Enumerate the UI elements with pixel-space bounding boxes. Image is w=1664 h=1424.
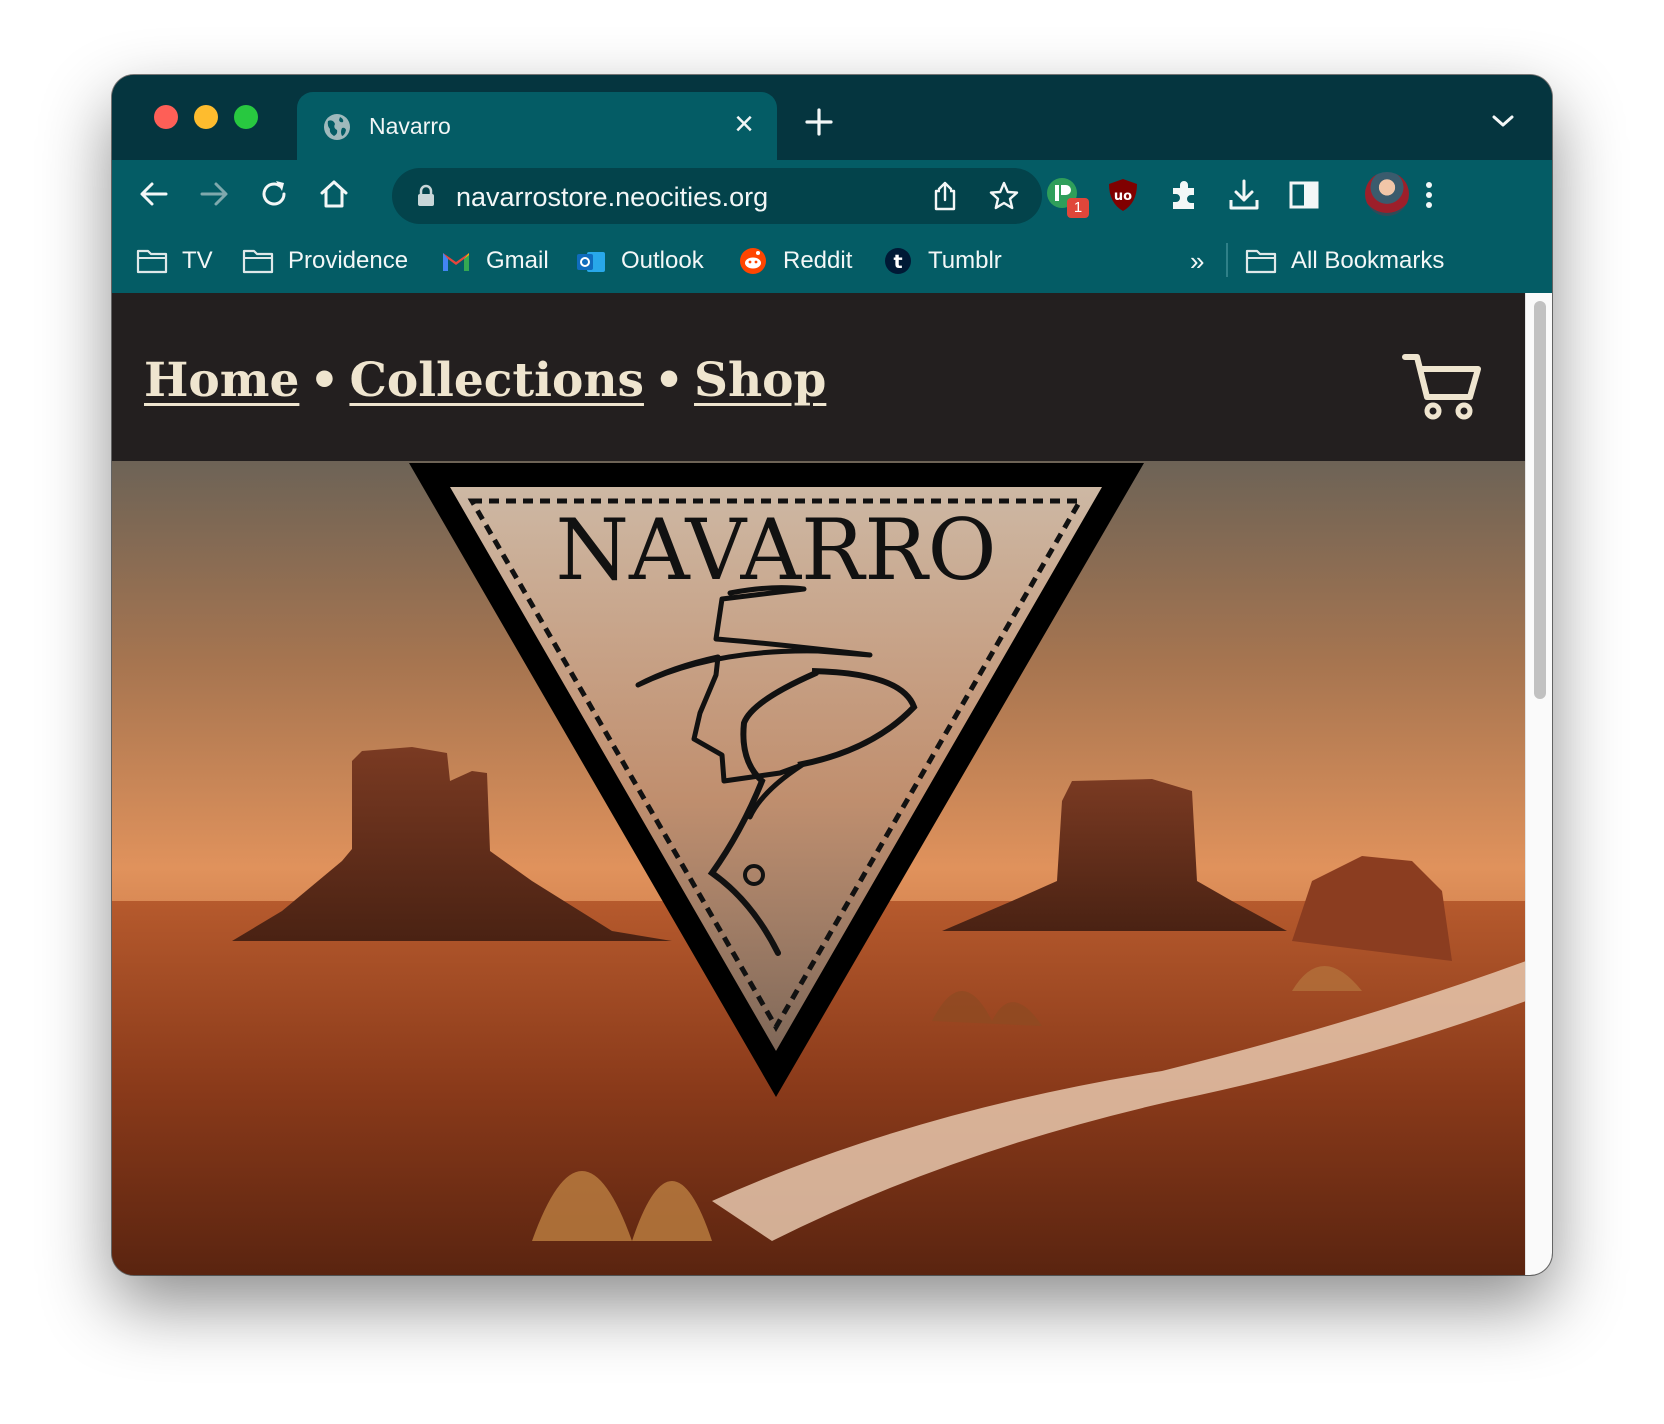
web-page: Home • Collections • Shop NAVARRO: [112, 293, 1552, 1275]
tab-navarro[interactable]: Navarro ×: [297, 92, 777, 160]
home-icon[interactable]: [316, 176, 352, 212]
back-icon[interactable]: [136, 176, 172, 212]
bookmark-all-bookmarks[interactable]: All Bookmarks: [1245, 244, 1444, 278]
extensions-puzzle-icon[interactable]: [1165, 176, 1203, 214]
nav-collections-link[interactable]: Collections: [349, 353, 644, 408]
bookmark-providence[interactable]: Providence: [242, 244, 408, 278]
scrollbar-thumb[interactable]: [1534, 301, 1546, 699]
bookmark-tumblr[interactable]: t Tumblr: [882, 244, 1002, 278]
lock-icon[interactable]: [416, 184, 436, 208]
address-bar[interactable]: navarrostore.neocities.org: [392, 168, 1042, 224]
bookmark-label: All Bookmarks: [1291, 247, 1445, 274]
outlook-icon: [577, 252, 605, 272]
folder-icon: [242, 249, 274, 274]
bookmarks-divider: [1226, 243, 1228, 277]
bookmark-label: Tumblr: [928, 247, 1002, 274]
tab-strip: Navarro ×: [112, 75, 1552, 160]
kebab-menu-icon[interactable]: [1410, 176, 1448, 214]
browser-window: Navarro × navarrostore.neocities.org 1 u…: [112, 75, 1552, 1275]
profile-avatar[interactable]: [1365, 172, 1409, 216]
folder-icon: [1245, 249, 1277, 274]
more-bookmarks-button[interactable]: »: [1190, 244, 1204, 278]
svg-text:uo: uo: [1114, 189, 1132, 204]
tumblr-icon: t: [885, 248, 911, 274]
bookmarks-bar: TV Providence Gmail Outlook Reddit t Tum…: [112, 230, 1552, 294]
desert-landscape-image: NAVARRO: [112, 461, 1526, 1275]
share-icon[interactable]: [930, 180, 960, 212]
globe-icon: [324, 114, 350, 140]
gmail-icon: [443, 253, 469, 271]
nav-home-link[interactable]: Home: [144, 353, 299, 408]
new-tab-icon[interactable]: [802, 105, 836, 139]
nav-separator: •: [653, 353, 685, 408]
cart-icon[interactable]: [1402, 351, 1484, 423]
page-scrollbar[interactable]: [1525, 293, 1552, 1275]
reddit-icon: [740, 248, 766, 274]
bookmark-gmail[interactable]: Gmail: [440, 244, 549, 278]
tab-title: Navarro: [369, 113, 451, 139]
bookmark-label: TV: [182, 247, 213, 274]
hero-banner: NAVARRO: [112, 461, 1526, 1275]
minimize-window-button[interactable]: [194, 105, 218, 129]
url-text[interactable]: navarrostore.neocities.org: [456, 182, 768, 212]
forward-icon[interactable]: [196, 176, 232, 212]
folder-icon: [136, 249, 168, 274]
svg-text:t: t: [893, 251, 902, 273]
ublock-icon[interactable]: uo: [1104, 176, 1142, 214]
extension-green-icon[interactable]: 1: [1045, 176, 1089, 218]
site-nav-links: Home • Collections • Shop: [144, 351, 826, 411]
bookmark-label: Providence: [288, 247, 409, 274]
nav-shop-link[interactable]: Shop: [694, 353, 826, 408]
tab-close-icon[interactable]: ×: [727, 107, 761, 142]
extension-badge: 1: [1067, 198, 1089, 218]
logo-wordmark: NAVARRO: [556, 501, 997, 599]
bookmark-reddit[interactable]: Reddit: [737, 244, 852, 278]
toolbar: navarrostore.neocities.org 1 uo: [112, 160, 1552, 230]
bookmark-label: Gmail: [486, 247, 549, 274]
bookmark-star-icon[interactable]: [988, 180, 1020, 212]
bookmark-label: Reddit: [783, 247, 853, 274]
bookmark-outlook[interactable]: Outlook: [575, 244, 704, 278]
download-icon[interactable]: [1225, 176, 1263, 214]
nav-separator: •: [309, 353, 340, 408]
side-panel-icon[interactable]: [1285, 176, 1323, 214]
reload-icon[interactable]: [256, 176, 292, 212]
chevron-down-icon[interactable]: [1490, 111, 1516, 131]
bookmark-tv[interactable]: TV: [136, 244, 213, 278]
close-window-button[interactable]: [154, 105, 178, 129]
bookmark-label: Outlook: [621, 247, 704, 274]
maximize-window-button[interactable]: [234, 105, 258, 129]
site-header: Home • Collections • Shop: [112, 293, 1526, 461]
